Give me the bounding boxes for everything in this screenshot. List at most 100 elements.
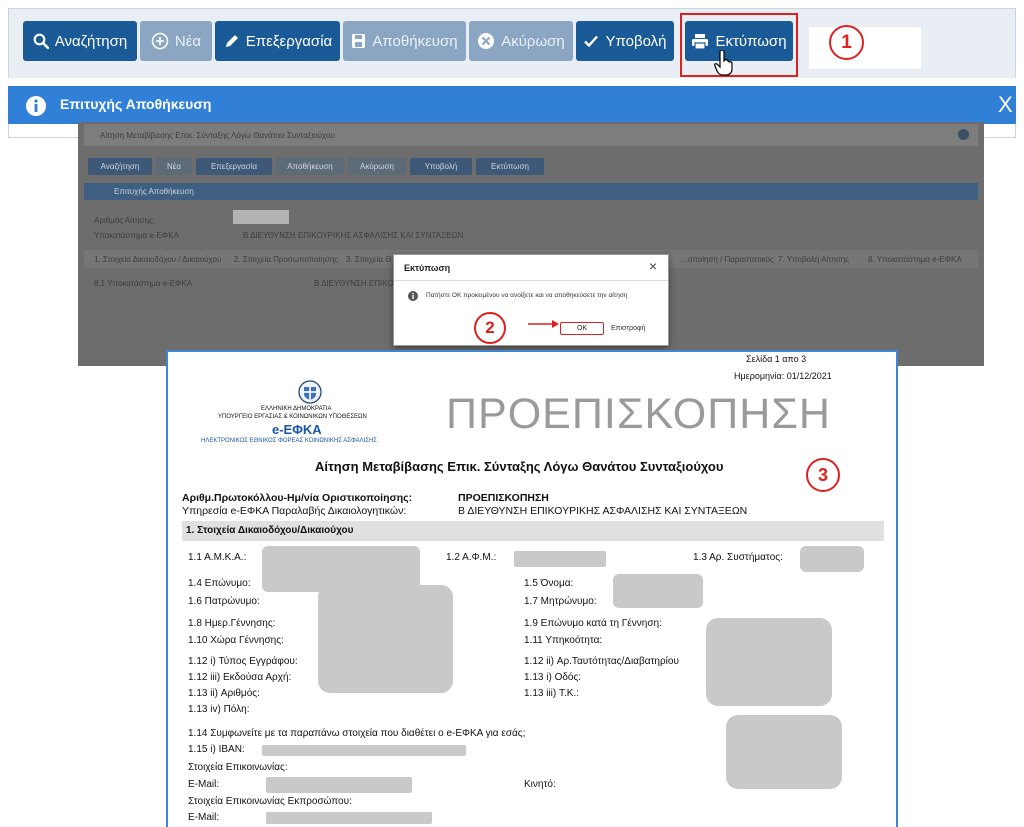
label-system-number: 1.3 Αρ. Συστήματος: bbox=[693, 552, 783, 563]
doc-org-full: ΗΛΕΚΤΡΟΝΙΚΟΣ ΕΘΝΙΚΟΣ ΦΟΡΕΑΣ ΚΟΙΝΩΝΙΚΗΣ Α… bbox=[201, 438, 378, 444]
bg-tab-2: 2. Στοιχεία Προσωποποίησης bbox=[234, 255, 339, 264]
success-message-text: Επιτυχής Αποθήκευση bbox=[60, 96, 212, 112]
label-issuer: 1.12 iii) Εκδούσα Αρχή: bbox=[188, 672, 292, 683]
bg-save-label: Αποθήκευση bbox=[287, 162, 333, 171]
submit-button-label: Υποβολή bbox=[605, 32, 667, 50]
dialog-ok-button[interactable]: ΟΚ bbox=[560, 322, 604, 335]
search-icon bbox=[33, 33, 49, 49]
bg-edit-button: Επεξεργασία bbox=[196, 158, 272, 175]
bg-title-bar: Αίτηση Μεταβίβασης Επικ. Σύνταξης Λόγω Θ… bbox=[84, 124, 978, 146]
bg-message-text: Επιτυχής Αποθήκευση bbox=[114, 187, 194, 196]
step-2-badge: 2 bbox=[474, 312, 506, 344]
label-street-number: 1.13 ii) Αριθμός: bbox=[188, 688, 260, 699]
redacted-birth-block bbox=[706, 618, 832, 706]
label-iban: 1.15 i) IBAN: bbox=[188, 744, 245, 755]
label-surname: 1.4 Επώνυμο: bbox=[188, 578, 251, 589]
step-2-arrow bbox=[528, 320, 559, 328]
bg-field-value-2: Β ΔΙΕΥΘΥΝΣΗ ΕΠΙΚΟΥΡΙΚΗΣ ΑΣΦΑΛΙΣΗΣ ΚΑΙ ΣΥ… bbox=[243, 231, 464, 240]
bg-search-button: Αναζήτηση bbox=[88, 158, 152, 175]
dialog-message: Πατήστε ΟΚ προκειμένου να ανοίξετε και ν… bbox=[426, 292, 628, 299]
dialog-info-icon bbox=[408, 291, 418, 301]
bg-tab-7: 7. Υποβολή Αίτησης bbox=[778, 255, 850, 264]
search-button[interactable]: Αναζήτηση bbox=[23, 21, 137, 61]
cancel-button-label: Ακύρωση bbox=[501, 32, 565, 50]
hand-cursor-icon bbox=[714, 50, 733, 76]
bg-tab-1: 1. Στοιχεία Δικαιοδόχου / Δικαιούχου bbox=[94, 255, 222, 264]
bg-print-button: Εκτύπωση bbox=[476, 158, 544, 175]
redacted-representative-email bbox=[266, 812, 432, 824]
bg-tab-6: …οποίηση / Παραστατικός bbox=[680, 255, 774, 264]
bg-branch-value: Β ΔΙΕΥΘΥΝΣΗ ΕΠΙΚΟΥ bbox=[314, 279, 399, 288]
bg-cancel-label: Ακύρωση bbox=[360, 162, 394, 171]
bg-field-label-2: Υποκατάστημα e-ΕΦΚΑ bbox=[94, 231, 179, 240]
label-email: E-Mail: bbox=[188, 779, 220, 790]
redacted-email bbox=[266, 777, 412, 793]
dialog-back-button[interactable]: Επιστροφή bbox=[611, 325, 645, 332]
edit-button-label: Επεξεργασία bbox=[245, 32, 333, 50]
new-button[interactable]: Νέα bbox=[140, 21, 212, 61]
new-button-label: Νέα bbox=[174, 32, 202, 50]
dialog-close-button[interactable]: × bbox=[649, 258, 657, 274]
label-citizenship: 1.11 Υπηκοότητα: bbox=[524, 635, 603, 646]
label-afm: 1.2 Α.Φ.Μ.: bbox=[446, 552, 497, 563]
check-icon bbox=[584, 35, 599, 48]
doc-service-value: Β ΔΙΕΥΘΥΝΣΗ ΕΠΙΚΟΥΡΙΚΗΣ ΑΣΦΑΛΙΣΗΣ ΚΑΙ ΣΥ… bbox=[458, 505, 748, 517]
bg-print-label: Εκτύπωση bbox=[491, 162, 529, 171]
step-3-badge: 3 bbox=[806, 458, 840, 492]
label-postal-code: 1.13 iii) Τ.Κ.: bbox=[524, 688, 580, 699]
search-button-label: Αναζήτηση bbox=[54, 32, 128, 50]
dialog-ok-label: ΟΚ bbox=[576, 325, 588, 332]
print-preview-document: Σελίδα 1 απο 3 Ημερομηνία: 01/12/2021 ΕΛ… bbox=[166, 350, 898, 827]
label-representative-email: E-Mail: bbox=[188, 812, 220, 823]
doc-page-number: Σελίδα 1 απο 3 bbox=[746, 354, 807, 364]
redacted-afm bbox=[514, 551, 606, 567]
action-toolbar: Αναζήτηση Νέα Επεξεργασία Αποθήκευση Ακύ… bbox=[8, 8, 1016, 78]
toolbar-blank-area bbox=[809, 27, 921, 69]
label-agreement: 1.14 Συμφωνείτε με τα παραπάνω στοιχεία … bbox=[188, 728, 526, 739]
redacted-name bbox=[613, 574, 703, 608]
step-1-highlight bbox=[680, 13, 798, 77]
doc-service-label: Υπηρεσία e-ΕΦΚΑ Παραλαβής Δικαιολογητικώ… bbox=[182, 505, 407, 517]
doc-protocol-label: Αριθμ.Πρωτοκόλλου-Ημ/νία Οριστικοποίησης… bbox=[182, 492, 413, 504]
doc-date: Ημερομηνία: 01/12/2021 bbox=[734, 371, 832, 381]
preview-watermark: ΠΡΟΕΠΙΣΚΟΠΗΣΗ bbox=[446, 390, 831, 438]
print-dialog: Εκτύπωση × Πατήστε ΟΚ προκειμένου να ανο… bbox=[393, 254, 669, 346]
bg-tab-8: 8. Υποκατάστημα e-ΕΦΚΑ bbox=[868, 255, 962, 264]
label-birth-surname: 1.9 Επώνυμο κατά τη Γέννηση: bbox=[524, 618, 662, 629]
bg-submit-button: Υποβολή bbox=[410, 158, 472, 175]
label-document-number: 1.12 ii) Αρ.Ταυτότητας/Διαβατηρίου bbox=[524, 656, 679, 667]
label-birth-country: 1.10 Χώρα Γέννησης: bbox=[188, 635, 284, 646]
close-message-button[interactable]: X bbox=[998, 92, 1013, 118]
doc-section-title: 1. Στοιχεία Δικαιοδόχου/Δικαιούχου bbox=[186, 525, 354, 536]
doc-title: Αίτηση Μεταβίβασης Επικ. Σύνταξης Λόγω Θ… bbox=[315, 459, 724, 474]
label-father-name: 1.6 Πατρώνυμο: bbox=[188, 596, 260, 607]
save-button[interactable]: Αποθήκευση bbox=[343, 21, 466, 61]
cancel-icon bbox=[478, 33, 495, 49]
label-mobile: Κινητό: bbox=[524, 779, 556, 790]
label-name: 1.5 Όνομα: bbox=[524, 578, 574, 589]
edit-button[interactable]: Επεξεργασία bbox=[215, 21, 340, 61]
doc-section-header: 1. Στοιχεία Δικαιοδόχου/Δικαιούχου bbox=[182, 521, 884, 541]
plus-circle-icon bbox=[151, 32, 169, 50]
bg-message-bar: Επιτυχής Αποθήκευση bbox=[84, 183, 978, 200]
redacted-personal-block bbox=[318, 585, 453, 693]
bg-help-icon bbox=[958, 129, 969, 140]
greek-emblem-logo bbox=[298, 380, 322, 404]
save-icon bbox=[352, 34, 366, 48]
label-amka: 1.1 Α.Μ.Κ.Α.: bbox=[188, 552, 247, 563]
doc-org-line-2: ΥΠΟΥΡΓΕΙΟ ΕΡΓΑΣΙΑΣ & ΚΟΙΝΩΝΙΚΩΝ ΥΠΟΘΕΣΕΩ… bbox=[218, 414, 367, 420]
dialog-divider bbox=[394, 280, 668, 281]
bg-field-value-1 bbox=[233, 210, 289, 224]
bg-branch-label: 8.1 Υποκατάστημα e-ΕΦΚΑ bbox=[94, 279, 193, 288]
bg-new-label: Νέα bbox=[167, 162, 181, 171]
submit-button[interactable]: Υποβολή bbox=[576, 21, 674, 61]
pencil-icon bbox=[225, 34, 238, 47]
info-icon bbox=[26, 96, 46, 116]
efka-logo-text: e-ΕΦΚΑ bbox=[272, 422, 322, 437]
redacted-contact-block bbox=[726, 715, 842, 789]
bg-save-button: Αποθήκευση bbox=[276, 158, 344, 175]
bg-title: Αίτηση Μεταβίβασης Επικ. Σύνταξης Λόγω Θ… bbox=[100, 131, 335, 140]
bg-submit-label: Υποβολή bbox=[424, 162, 458, 171]
cancel-button[interactable]: Ακύρωση bbox=[469, 21, 573, 61]
bg-search-label: Αναζήτηση bbox=[100, 162, 140, 171]
